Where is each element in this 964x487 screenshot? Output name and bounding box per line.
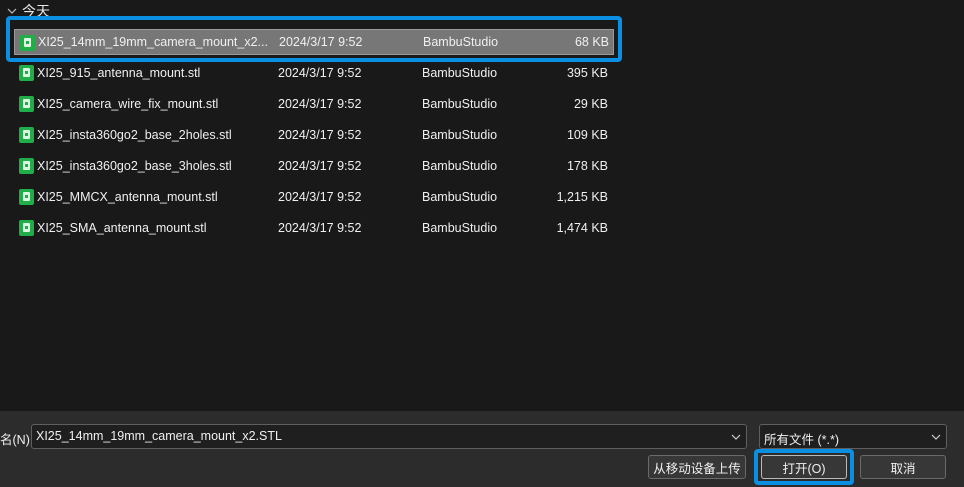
stl-file-icon xyxy=(19,127,34,143)
file-size: 178 KB xyxy=(566,159,608,173)
cancel-button-label: 取消 xyxy=(890,461,916,476)
file-size: 68 KB xyxy=(574,35,609,49)
chevron-down-icon[interactable] xyxy=(731,432,741,442)
file-date: 2024/3/17 9:52 xyxy=(278,159,362,173)
file-size: 1,474 KB xyxy=(556,221,608,235)
stl-file-icon xyxy=(19,158,34,174)
file-type: BambuStudio xyxy=(422,66,498,80)
file-size: 1,215 KB xyxy=(556,190,608,204)
stl-file-icon xyxy=(19,96,34,112)
file-name: XI25_915_antenna_mount.stl xyxy=(37,66,201,80)
group-header-label: 今天 xyxy=(22,3,50,19)
file-type: BambuStudio xyxy=(422,97,498,111)
file-date: 2024/3/17 9:52 xyxy=(278,97,362,111)
file-date: 2024/3/17 9:52 xyxy=(278,128,362,142)
upload-button-label: 从移动设备上传 xyxy=(653,461,741,476)
file-date: 2024/3/17 9:52 xyxy=(278,190,362,204)
file-name: XI25_MMCX_antenna_mount.stl xyxy=(37,190,218,204)
file-name: XI25_insta360go2_base_2holes.stl xyxy=(37,128,232,142)
file-list-pane: 今天 XI25_14mm_19mm_camera_mount_x2... 202… xyxy=(0,0,964,411)
file-name: XI25_insta360go2_base_3holes.stl xyxy=(37,159,232,173)
file-type: BambuStudio xyxy=(422,190,498,204)
file-name: XI25_14mm_19mm_camera_mount_x2... xyxy=(38,35,268,49)
dialog-bottom-bar: 名(N): XI25_14mm_19mm_camera_mount_x2.STL… xyxy=(0,411,964,487)
filetype-value: 所有文件 (*.*) xyxy=(764,433,840,447)
file-date: 2024/3/17 9:52 xyxy=(278,66,362,80)
file-size: 29 KB xyxy=(573,97,608,111)
upload-from-device-button[interactable]: 从移动设备上传 xyxy=(648,455,746,479)
file-row[interactable]: XI25_SMA_antenna_mount.stl 2024/3/17 9:5… xyxy=(14,215,614,241)
cancel-button[interactable]: 取消 xyxy=(860,455,946,479)
file-name: XI25_camera_wire_fix_mount.stl xyxy=(37,97,219,111)
filename-input[interactable]: XI25_14mm_19mm_camera_mount_x2.STL xyxy=(31,424,747,449)
file-date: 2024/3/17 9:52 xyxy=(278,221,362,235)
file-row[interactable]: XI25_14mm_19mm_camera_mount_x2... 2024/3… xyxy=(14,29,614,55)
filename-label: 名(N): xyxy=(0,433,34,447)
file-row[interactable]: XI25_915_antenna_mount.stl 2024/3/17 9:5… xyxy=(14,60,614,86)
group-header-today[interactable]: 今天 xyxy=(6,2,50,20)
file-type: BambuStudio xyxy=(422,159,498,173)
file-type: BambuStudio xyxy=(422,128,498,142)
file-type: BambuStudio xyxy=(422,221,498,235)
filename-value: XI25_14mm_19mm_camera_mount_x2.STL xyxy=(36,429,282,443)
chevron-down-icon xyxy=(931,434,941,440)
stl-file-icon xyxy=(19,220,34,236)
file-size: 395 KB xyxy=(566,66,608,80)
file-name: XI25_SMA_antenna_mount.stl xyxy=(37,221,207,235)
file-row[interactable]: XI25_camera_wire_fix_mount.stl 2024/3/17… xyxy=(14,91,614,117)
chevron-down-icon xyxy=(7,8,17,14)
file-row[interactable]: XI25_MMCX_antenna_mount.stl 2024/3/17 9:… xyxy=(14,184,614,210)
file-size: 109 KB xyxy=(566,128,608,142)
stl-file-icon xyxy=(19,189,34,205)
file-row[interactable]: XI25_insta360go2_base_2holes.stl 2024/3/… xyxy=(14,122,614,148)
stl-file-icon xyxy=(19,65,34,81)
file-row[interactable]: XI25_insta360go2_base_3holes.stl 2024/3/… xyxy=(14,153,614,179)
filetype-select[interactable]: 所有文件 (*.*) xyxy=(759,424,947,449)
file-date: 2024/3/17 9:52 xyxy=(279,35,363,49)
stl-file-icon xyxy=(20,35,35,51)
open-button-label: 打开(O) xyxy=(782,461,826,476)
file-type: BambuStudio xyxy=(423,35,499,49)
open-button[interactable]: 打开(O) xyxy=(761,455,847,479)
